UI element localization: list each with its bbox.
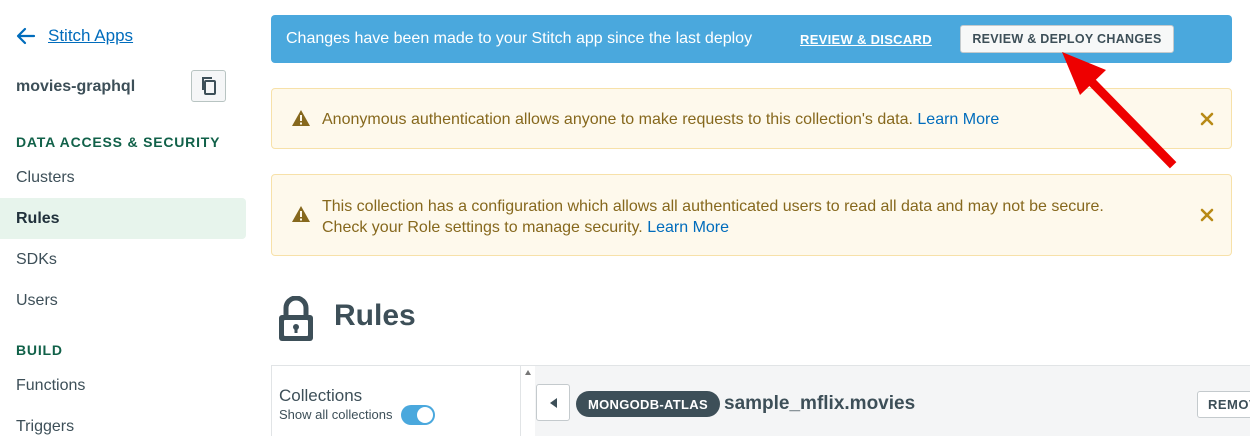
scroll-up-arrow-icon[interactable] [525, 370, 531, 375]
deploy-message: Changes have been made to your Stitch ap… [286, 30, 753, 47]
collections-panel: Collections Show all collections [271, 365, 535, 436]
section-title-data-access: DATA ACCESS & SECURITY [16, 134, 221, 150]
collapse-panel-button[interactable] [536, 384, 570, 421]
warning-text: This collection has a configuration whic… [322, 196, 1104, 238]
learn-more-link[interactable]: Learn More [647, 219, 729, 236]
remove-collection-button[interactable]: REMOVE [1197, 391, 1250, 418]
caret-left-icon [549, 397, 557, 408]
show-all-collections-toggle[interactable] [401, 405, 435, 425]
service-badge: MONGODB-ATLAS [576, 391, 720, 417]
nav-item-users[interactable]: Users [0, 280, 246, 321]
nav-item-functions[interactable]: Functions [0, 365, 246, 406]
review-deploy-button[interactable]: REVIEW & DEPLOY CHANGES [960, 25, 1174, 53]
warning-text: Anonymous authentication allows anyone t… [322, 109, 999, 130]
warning-message: Anonymous authentication allows anyone t… [322, 111, 913, 128]
copy-icon [201, 77, 216, 95]
warning-icon [292, 110, 310, 126]
back-link-label: Stitch Apps [48, 26, 134, 45]
nav-item-sdks[interactable]: SDKs [0, 239, 246, 280]
arrow-left-icon [16, 27, 36, 45]
show-all-collections-label: Show all collections [279, 407, 393, 422]
page-title: Rules [334, 299, 416, 332]
toggle-knob [417, 407, 433, 423]
deploy-banner: Changes have been made to your Stitch ap… [271, 15, 1232, 63]
nav-item-triggers[interactable]: Triggers [0, 406, 246, 436]
learn-more-link[interactable]: Learn More [917, 111, 999, 128]
review-discard-link[interactable]: REVIEW & DISCARD [800, 32, 932, 47]
warning-message-line1: This collection has a configuration whic… [322, 198, 1104, 215]
anonymous-auth-warning: Anonymous authentication allows anyone t… [271, 88, 1232, 149]
app-name: movies-graphql [16, 78, 136, 95]
copy-app-id-button[interactable] [191, 70, 226, 102]
warning-message-line2: Check your Role settings to manage secur… [322, 219, 643, 236]
close-icon[interactable] [1200, 112, 1214, 126]
nav-item-clusters[interactable]: Clusters [0, 157, 246, 198]
app-root: Stitch Apps movies-graphql DATA ACCESS &… [0, 0, 1250, 436]
close-icon[interactable] [1200, 208, 1214, 222]
collection-name: sample_mflix.movies [724, 393, 916, 414]
section-title-build: BUILD [16, 342, 63, 358]
role-security-warning: This collection has a configuration whic… [271, 174, 1232, 256]
lock-icon [279, 296, 313, 341]
nav-item-rules[interactable]: Rules [0, 198, 246, 239]
back-to-stitch-apps-link[interactable]: Stitch Apps [16, 26, 133, 46]
sidebar: Stitch Apps movies-graphql DATA ACCESS &… [0, 0, 246, 436]
warning-icon [292, 206, 310, 222]
collections-heading: Collections [279, 386, 363, 405]
collection-detail-header: MONGODB-ATLAS sample_mflix.movies REMOVE [535, 365, 1250, 436]
collections-scrollbar[interactable] [520, 366, 535, 436]
